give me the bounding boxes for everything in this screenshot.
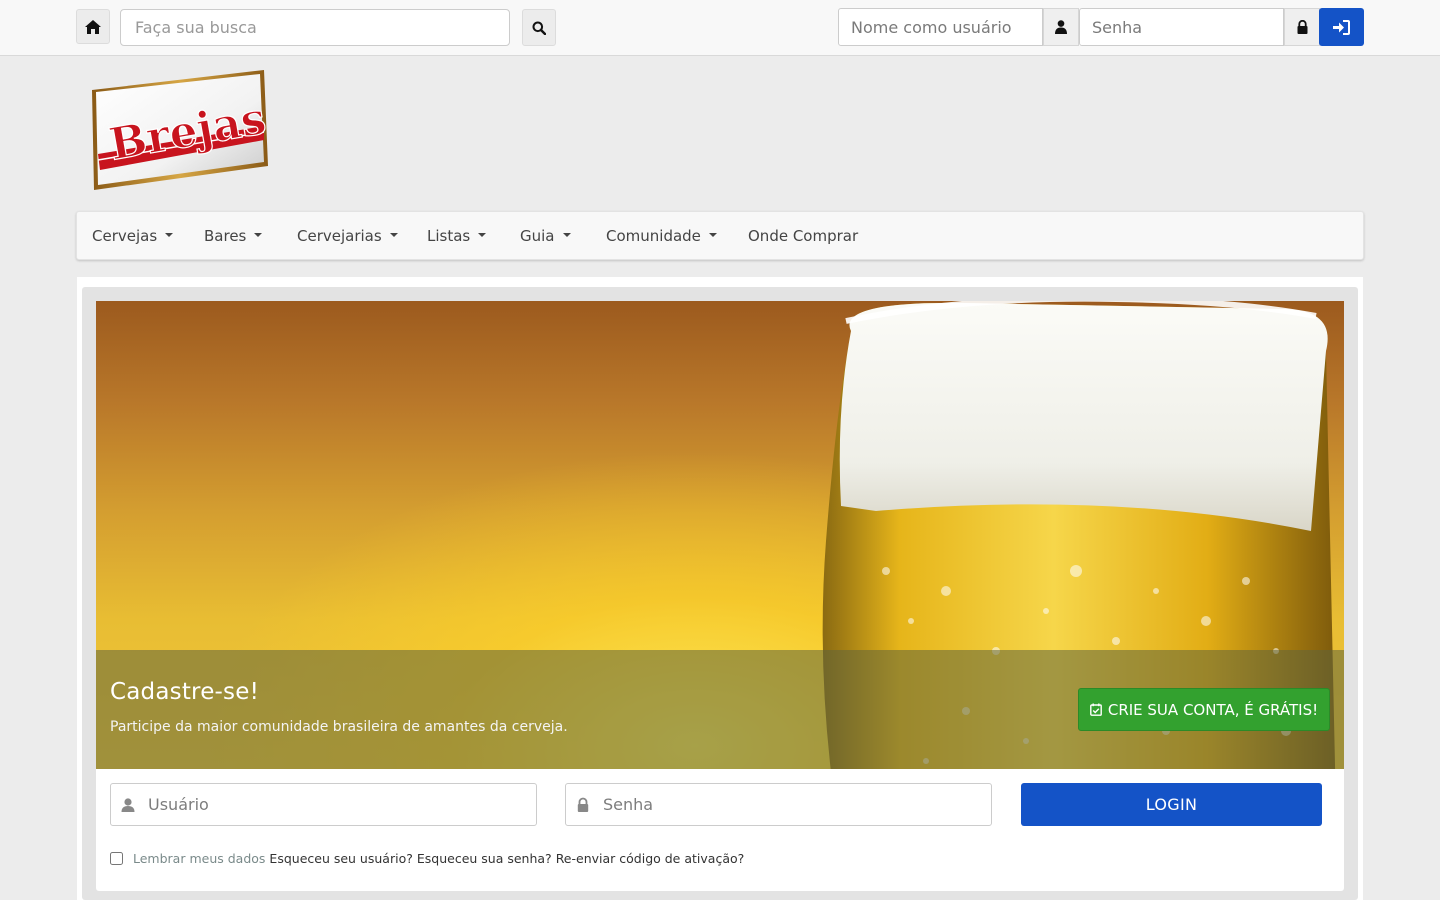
sign-in-button[interactable] <box>1319 8 1364 46</box>
remember-row: Lembrar meus dados Esqueceu seu usuário?… <box>110 849 748 867</box>
nav-cervejarias[interactable]: Cervejarias <box>297 212 398 259</box>
nav-label: Bares <box>204 226 247 245</box>
lock-icon <box>1297 20 1307 34</box>
top-password-input[interactable] <box>1079 8 1284 46</box>
username-field <box>110 783 537 826</box>
remember-checkbox[interactable] <box>110 851 123 865</box>
home-icon <box>85 19 101 34</box>
create-account-button[interactable]: CRIE SUA CONTA, É GRÁTIS! <box>1078 688 1330 731</box>
hero-subtitle: Participe da maior comunidade brasileira… <box>110 719 568 735</box>
nav-bares[interactable]: Bares <box>204 212 263 259</box>
login-button-label: LOGIN <box>1145 795 1198 814</box>
caret-down-icon <box>562 232 571 237</box>
top-username-input[interactable] <box>838 8 1043 46</box>
nav-label: Listas <box>427 226 471 245</box>
top-bar <box>0 0 1440 56</box>
nav-label: Comunidade <box>606 226 701 245</box>
nav-onde-comprar[interactable]: Onde Comprar <box>748 212 858 259</box>
user-addon <box>1043 8 1079 46</box>
password-field <box>565 783 992 826</box>
nav-label: Cervejas <box>92 226 158 245</box>
caret-down-icon <box>254 232 263 237</box>
caret-down-icon <box>478 232 487 237</box>
forgot-username-link[interactable]: Esqueceu seu usuário? <box>269 851 412 866</box>
main-navigation: Cervejas Bares Cervejarias Listas Guia C… <box>76 211 1364 260</box>
nav-label: Guia <box>520 226 555 245</box>
calendar-check-icon <box>1089 703 1102 716</box>
user-icon <box>121 798 135 812</box>
caret-down-icon <box>708 232 717 237</box>
hero-title: Cadastre-se! <box>110 679 260 705</box>
caret-down-icon <box>165 232 174 237</box>
forgot-password-link[interactable]: Esqueceu sua senha? <box>417 851 552 866</box>
password-input[interactable] <box>603 785 983 824</box>
user-icon <box>1055 20 1067 34</box>
resend-activation-link[interactable]: Re-enviar código de ativação? <box>556 851 745 866</box>
remember-label[interactable]: Lembrar meus dados <box>133 851 265 866</box>
nav-comunidade[interactable]: Comunidade <box>606 212 717 259</box>
nav-listas[interactable]: Listas <box>427 212 487 259</box>
login-button[interactable]: LOGIN <box>1021 783 1322 826</box>
logo-graphic: Brejas <box>92 70 270 190</box>
nav-label: Cervejarias <box>297 226 382 245</box>
home-button[interactable] <box>76 9 110 44</box>
nav-label: Onde Comprar <box>748 226 859 245</box>
caret-down-icon <box>389 232 398 237</box>
username-input[interactable] <box>148 785 528 824</box>
brejas-logo[interactable]: Brejas <box>88 68 270 196</box>
create-account-label: CRIE SUA CONTA, É GRÁTIS! <box>1107 700 1319 719</box>
search-input[interactable] <box>120 9 510 46</box>
search-icon <box>532 21 546 35</box>
sign-in-icon <box>1333 19 1350 35</box>
lock-addon <box>1284 8 1320 46</box>
nav-cervejas[interactable]: Cervejas <box>92 212 174 259</box>
nav-guia[interactable]: Guia <box>520 212 571 259</box>
search-button[interactable] <box>522 9 556 46</box>
lock-icon <box>577 797 589 812</box>
